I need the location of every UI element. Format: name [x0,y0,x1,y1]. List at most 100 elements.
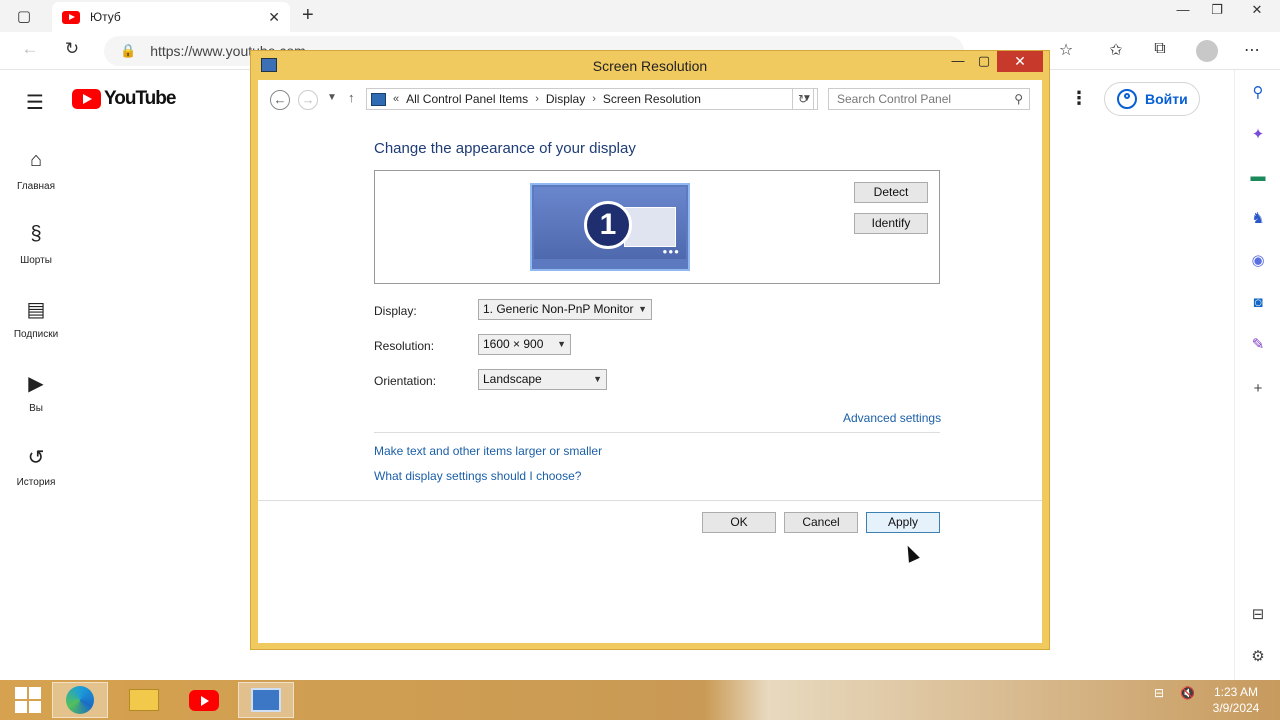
nav-forward-icon[interactable]: → [298,90,318,110]
detect-button[interactable]: Detect [854,182,928,203]
refresh-icon[interactable]: ↻ [60,39,84,59]
resolution-label: Resolution: [374,339,435,353]
copilot-icon[interactable]: ✦ [1249,126,1267,144]
dialog-minimize-icon[interactable]: — [951,51,965,73]
tab-title: Ютуб [90,10,121,24]
cancel-button[interactable]: Cancel [784,512,858,533]
collections-icon[interactable]: ⧉ [1148,40,1172,58]
favorites-icon[interactable]: ✩ [1104,40,1128,60]
breadcrumb-item[interactable]: All Control Panel Items [406,92,528,106]
settings-dots-icon[interactable]: ⋮ [1070,88,1088,109]
youtube-nav: ⌂ Главная § Шорты ▤ Подписки ▶ Вы ↺ Исто… [0,145,72,515]
dialog-titlebar[interactable]: Screen Resolution — ▢ ✕ [251,51,1049,79]
window-controls: — ❐ ✕ [1166,0,1280,32]
nav-label: Подписки [13,329,59,340]
display-select[interactable]: 1. Generic Non-PnP Monitor ▼ [478,299,652,320]
search-placeholder: Search Control Panel [837,92,952,106]
orientation-label: Orientation: [374,374,437,388]
nav-item-subscriptions[interactable]: ▤ Подписки [0,293,72,367]
nav-item-shorts[interactable]: § Шорты [0,219,72,293]
screen-resolution-dialog: Screen Resolution — ▢ ✕ ← → ▼ ↑ « All Co… [250,50,1050,650]
monitor-screen: 1 ●●● [534,187,686,259]
control-panel-crumb-icon [371,92,386,106]
more-icon[interactable]: ⋯ [1240,40,1264,60]
up-level-icon[interactable]: ↑ [348,90,355,105]
back-icon[interactable]: ← [18,39,42,59]
dialog-close-icon[interactable]: ✕ [997,51,1043,72]
apply-button[interactable]: Apply [866,512,940,533]
minimize-icon[interactable]: — [1166,0,1200,22]
nav-back-icon[interactable]: ← [270,90,290,110]
designer-icon[interactable]: ✎ [1249,336,1267,354]
nav-item-home[interactable]: ⌂ Главная [0,145,72,219]
dialog-maximize-icon[interactable]: ▢ [977,51,991,73]
search-icon[interactable]: ⚲ [1014,89,1023,109]
chevron-down-icon: ▼ [557,339,566,349]
nav-item-you[interactable]: ▶ Вы [0,367,72,441]
refresh-icon[interactable]: ↻ [792,88,814,110]
taskbar-control-panel[interactable] [238,682,294,718]
games-icon[interactable]: ♞ [1249,210,1267,228]
outlook-icon[interactable]: ◙ [1249,294,1267,312]
search-icon[interactable]: ⚲ [1249,84,1267,102]
tab-actions-icon[interactable]: ▢ [0,0,48,32]
office-icon[interactable]: ◉ [1249,252,1267,270]
search-control-panel-input[interactable]: Search Control Panel ⚲ [828,88,1030,110]
nav-item-history[interactable]: ↺ История [0,441,72,515]
control-panel-icon [251,688,281,712]
ok-button[interactable]: OK [702,512,776,533]
new-tab-icon[interactable]: + [302,4,314,27]
footer-divider [258,500,1042,501]
monitor-1-icon[interactable]: 1 ●●● [530,183,690,271]
restore-icon[interactable]: ❐ [1200,0,1234,22]
orientation-value: Landscape [483,372,542,386]
taskbar-explorer[interactable] [116,682,172,718]
edge-icon [66,686,94,714]
start-button[interactable] [0,682,56,718]
clock-time: 1:23 AM [1213,685,1259,699]
taskbar-youtube[interactable] [176,682,232,718]
chevron-down-icon: ▼ [638,304,647,314]
window-close-icon[interactable]: ✕ [1234,0,1280,22]
windows-logo-icon [15,687,41,713]
breadcrumb-chevron-icon[interactable]: › [592,93,596,105]
recent-locations-icon[interactable]: ▼ [327,92,337,103]
add-sidebar-icon[interactable]: + [1249,380,1267,398]
volume-muted-icon[interactable]: 🔇 [1180,686,1195,700]
menu-icon[interactable]: ☰ [26,90,44,115]
profile-avatar[interactable] [1196,40,1218,62]
breadcrumb[interactable]: « All Control Panel Items › Display › Sc… [366,88,818,110]
display-settings-help-link[interactable]: What display settings should I choose? [374,469,581,483]
explorer-nav-bar: ← → ▼ ↑ « All Control Panel Items › Disp… [258,80,1042,120]
shopping-icon[interactable]: ▬ [1249,168,1267,186]
lock-icon: 🔒 [120,43,137,58]
sidebar-settings-icon[interactable]: ⚙ [1249,648,1267,666]
youtube-logo[interactable]: YouTube [72,88,176,110]
text-size-link[interactable]: Make text and other items larger or smal… [374,444,602,458]
chevron-down-icon: ▼ [593,374,602,384]
login-button[interactable]: Войти [1104,82,1200,116]
orientation-select[interactable]: Landscape ▼ [478,369,607,390]
youtube-icon [189,689,219,711]
dialog-body: ← → ▼ ↑ « All Control Panel Items › Disp… [258,80,1042,643]
clock-date: 3/9/2024 [1212,701,1260,715]
browser-tab-youtube[interactable]: Ютуб ✕ [52,2,290,32]
shorts-icon: § [30,223,42,245]
home-icon: ⌂ [29,149,43,171]
taskbar-edge[interactable] [52,682,108,718]
you-icon: ▶ [28,373,44,395]
network-icon[interactable]: ⊟ [1154,686,1164,700]
subscriptions-icon: ▤ [26,299,46,321]
clock[interactable]: 1:23 AM 3/9/2024 [1208,684,1264,716]
breadcrumb-item[interactable]: Screen Resolution [603,92,701,106]
breadcrumb-item[interactable]: Display [546,92,585,106]
breadcrumb-chevron-icon[interactable]: › [535,93,539,105]
tab-close-icon[interactable]: ✕ [268,9,280,26]
identify-button[interactable]: Identify [854,213,928,234]
nav-label: История [16,477,56,488]
resolution-select[interactable]: 1600 × 900 ▼ [478,334,571,355]
advanced-settings-link[interactable]: Advanced settings [843,411,941,425]
favorite-add-icon[interactable]: ☆ [1054,40,1078,60]
hide-sidebar-icon[interactable]: ⊟ [1249,606,1267,624]
display-value: 1. Generic Non-PnP Monitor [483,302,634,316]
